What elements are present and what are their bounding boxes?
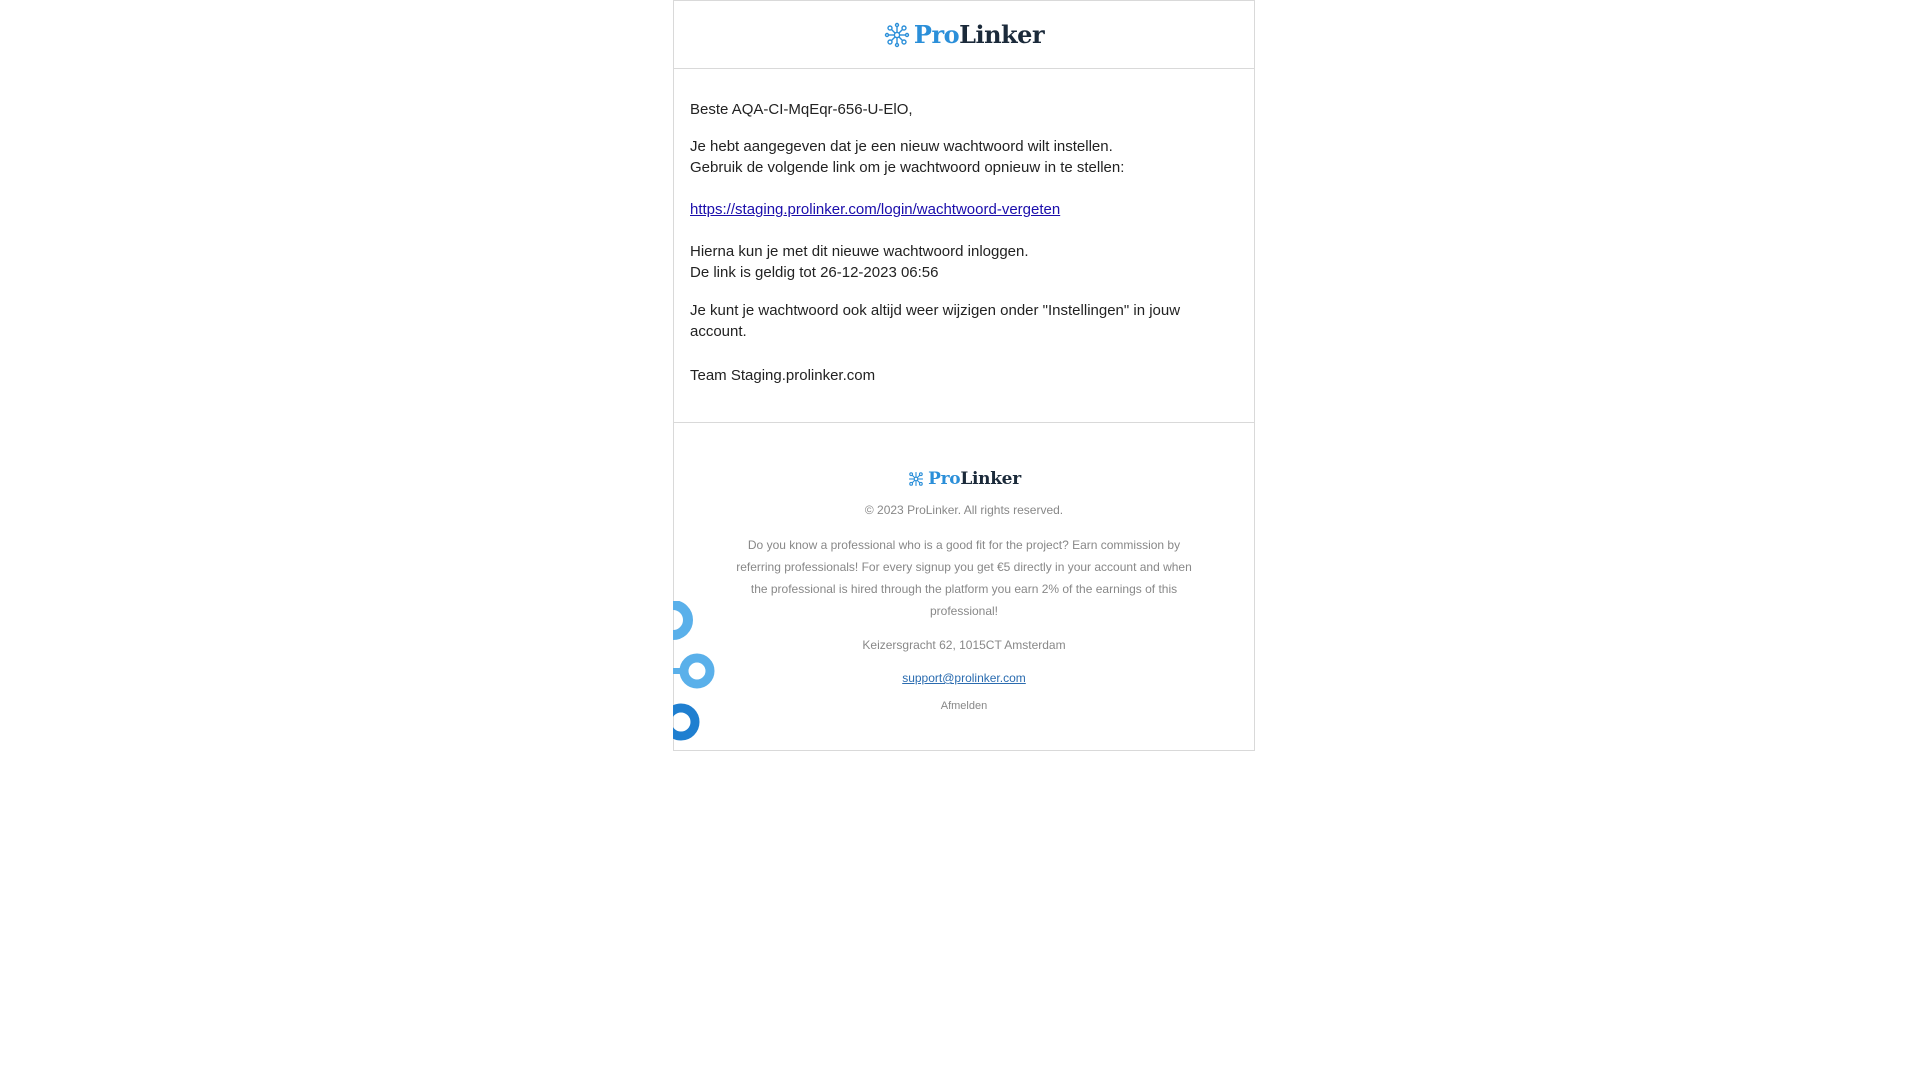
logo-pro-text: Pro (913, 20, 960, 49)
email-body: Beste AQA-CI-MqEqr-656-U-ElO, Je hebt aa… (674, 69, 1254, 422)
logo-linker-text: Linker (959, 20, 1045, 49)
footer-logo: Pro Linker (674, 469, 1254, 489)
email-footer: Pro Linker © 2023 ProLinker. All rights r… (673, 422, 1254, 750)
reset-password-link[interactable]: https://staging.prolinker.com/login/wach… (690, 199, 1060, 220)
info-paragraph: Hierna kun je met dit nieuwe wachtwoord … (690, 241, 1238, 283)
support-email-link[interactable]: support@prolinker.com (902, 671, 1026, 685)
info-line-2: De link is geldig tot 26-12-2023 06:56 (690, 264, 939, 281)
greeting-text: Beste AQA-CI-MqEqr-656-U-ElO, (690, 101, 913, 118)
signature-text: Team Staging.prolinker.com (690, 367, 876, 384)
referral-text: Do you know a professional who is a good… (736, 538, 1192, 618)
network-nodes-icon (884, 22, 910, 47)
logo-pro-text: Pro (928, 469, 961, 489)
copyright-text: © 2023 ProLinker. All rights reserved. (864, 503, 1064, 517)
prolinker-logo: Pro Linker (884, 20, 1045, 49)
email-container: Pro Linker Beste AQA-CI-MqEqr-656-U-ElO, … (673, 0, 1255, 751)
settings-paragraph: Je kunt je wachtwoord ook altijd weer wi… (690, 302, 1181, 340)
unsubscribe-link[interactable]: Afmelden (674, 700, 1254, 712)
network-nodes-icon (909, 472, 924, 486)
info-line-1: Hierna kun je met dit nieuwe wachtwoord … (690, 243, 1029, 260)
blue-rings-decoration (673, 601, 715, 741)
intro-paragraph: Je hebt aangegeven dat je een nieuw wach… (690, 136, 1238, 178)
intro-line-2: Gebruik de volgende link om je wachtwoor… (690, 159, 1125, 176)
address-text: Keizersgracht 62, 1015CT Amsterdam (862, 638, 1066, 652)
intro-line-1: Je hebt aangegeven dat je een nieuw wach… (690, 138, 1113, 155)
email-header: Pro Linker (674, 0, 1254, 69)
logo-linker-text: Linker (960, 469, 1021, 489)
